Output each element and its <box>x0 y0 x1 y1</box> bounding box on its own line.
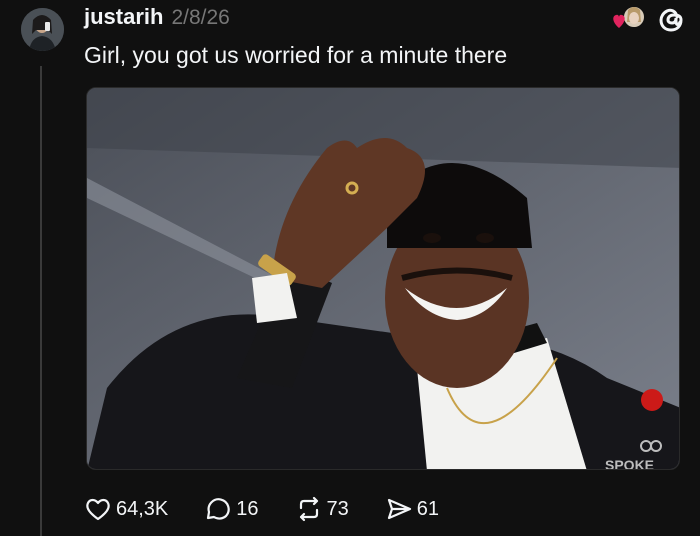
post-image[interactable]: SPOKE <box>86 87 680 470</box>
repost-icon <box>299 496 318 522</box>
heart-outline-icon <box>86 498 110 521</box>
threads-logo-icon[interactable] <box>656 4 686 34</box>
repost-button[interactable]: 73 <box>295 495 349 523</box>
username[interactable]: justarih <box>84 4 163 30</box>
avatar-image <box>21 8 64 51</box>
repost-count: 73 <box>326 497 349 520</box>
post-date[interactable]: 2/8/26 <box>171 6 229 30</box>
post-header: justarih 2/8/26 <box>84 4 230 34</box>
liked-by-avatar[interactable] <box>610 4 648 34</box>
photo-man-laughing: SPOKE <box>87 88 679 470</box>
heart-icon <box>613 14 625 28</box>
like-count: 64,3K <box>116 497 169 520</box>
post-text: Girl, you got us worried for a minute th… <box>84 42 508 68</box>
send-icon <box>387 498 411 520</box>
watermark-text: SPOKE <box>605 457 654 470</box>
avatar[interactable] <box>21 8 64 51</box>
reply-count: 16 <box>236 497 259 520</box>
share-count: 61 <box>416 497 440 520</box>
share-button[interactable]: 61 <box>385 495 439 523</box>
thread-line <box>40 66 42 536</box>
comment-icon <box>207 498 230 520</box>
top-right-badges <box>610 4 686 34</box>
action-bar: 64,3K 16 73 61 <box>84 494 475 524</box>
like-button[interactable]: 64,3K <box>84 495 168 523</box>
reply-button[interactable]: 16 <box>204 495 259 523</box>
